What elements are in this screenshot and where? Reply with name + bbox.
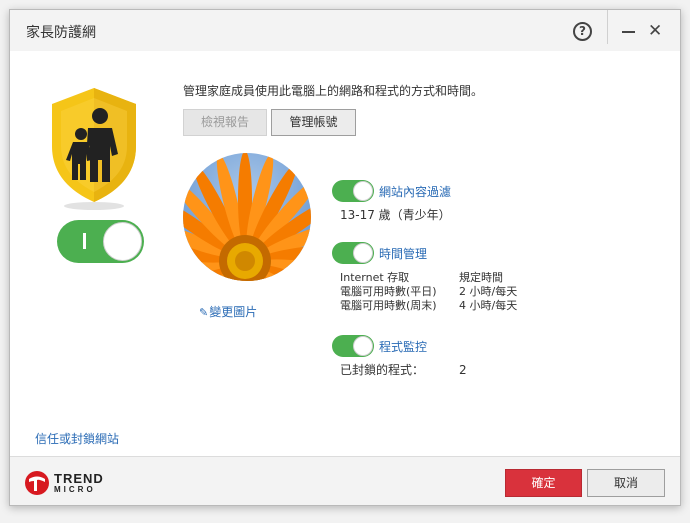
trend-micro-logo-icon (25, 471, 49, 495)
parental-controls-window: 家長防護網 ? ✕ 管理家庭成員使用此電腦上的網路和程式的方式和時間。 檢視報告… (9, 9, 681, 506)
time-management-toggle[interactable] (332, 242, 374, 264)
account-picture[interactable] (183, 153, 311, 281)
program-control-label[interactable]: 程式監控 (379, 338, 427, 355)
window-title: 家長防護網 (26, 25, 96, 41)
web-filter-label[interactable]: 網站內容過濾 (379, 183, 451, 200)
program-control-toggle[interactable] (332, 335, 374, 357)
time-row-name: Internet 存取 (340, 271, 410, 284)
toggle-knob (353, 336, 373, 356)
toggle-knob (103, 222, 142, 261)
trust-block-sites-link[interactable]: 信任或封鎖網站 (35, 430, 119, 447)
trend-micro-logo: TREND MICRO (24, 470, 134, 496)
description-text: 管理家庭成員使用此電腦上的網路和程式的方式和時間。 (183, 84, 484, 98)
title-divider (607, 10, 608, 44)
close-icon[interactable]: ✕ (648, 22, 662, 40)
time-row-value: 規定時間 (459, 271, 503, 284)
time-row-value: 2 小時/每天 (459, 285, 518, 298)
age-range-value: 13-17 歲（青少年） (340, 208, 451, 222)
view-report-button[interactable]: 檢視報告 (183, 109, 267, 136)
toggle-knob (353, 243, 373, 263)
ok-button[interactable]: 確定 (505, 469, 582, 497)
blocked-programs-count: 2 (459, 363, 467, 377)
time-row-value: 4 小時/每天 (459, 299, 518, 312)
time-management-label[interactable]: 時間管理 (379, 245, 427, 262)
title-bar: 家長防護網 ? ✕ (10, 10, 680, 51)
footer-bar: TREND MICRO 確定 取消 (10, 456, 680, 505)
toggle-on-mark (83, 233, 86, 249)
help-icon[interactable]: ? (573, 22, 592, 41)
logo-subtext: MICRO (54, 485, 96, 494)
main-content: 管理家庭成員使用此電腦上的網路和程式的方式和時間。 檢視報告 管理帳號 ✎變更圖… (10, 51, 680, 456)
web-filter-toggle[interactable] (332, 180, 374, 202)
change-picture-label: 變更圖片 (209, 305, 258, 319)
pencil-icon: ✎ (199, 306, 209, 319)
minimize-icon[interactable] (622, 31, 635, 33)
time-row-name: 電腦可用時數(平日) (340, 285, 437, 298)
family-shield-icon (52, 88, 136, 210)
cancel-button[interactable]: 取消 (587, 469, 665, 497)
parental-controls-toggle[interactable] (57, 220, 144, 263)
manage-account-button[interactable]: 管理帳號 (271, 109, 356, 136)
logo-text: TREND (54, 471, 104, 486)
blocked-programs-label: 已封鎖的程式： (340, 363, 425, 377)
time-row-name: 電腦可用時數(周末) (340, 299, 437, 312)
change-picture-link[interactable]: ✎變更圖片 (199, 303, 257, 320)
toggle-knob (353, 181, 373, 201)
